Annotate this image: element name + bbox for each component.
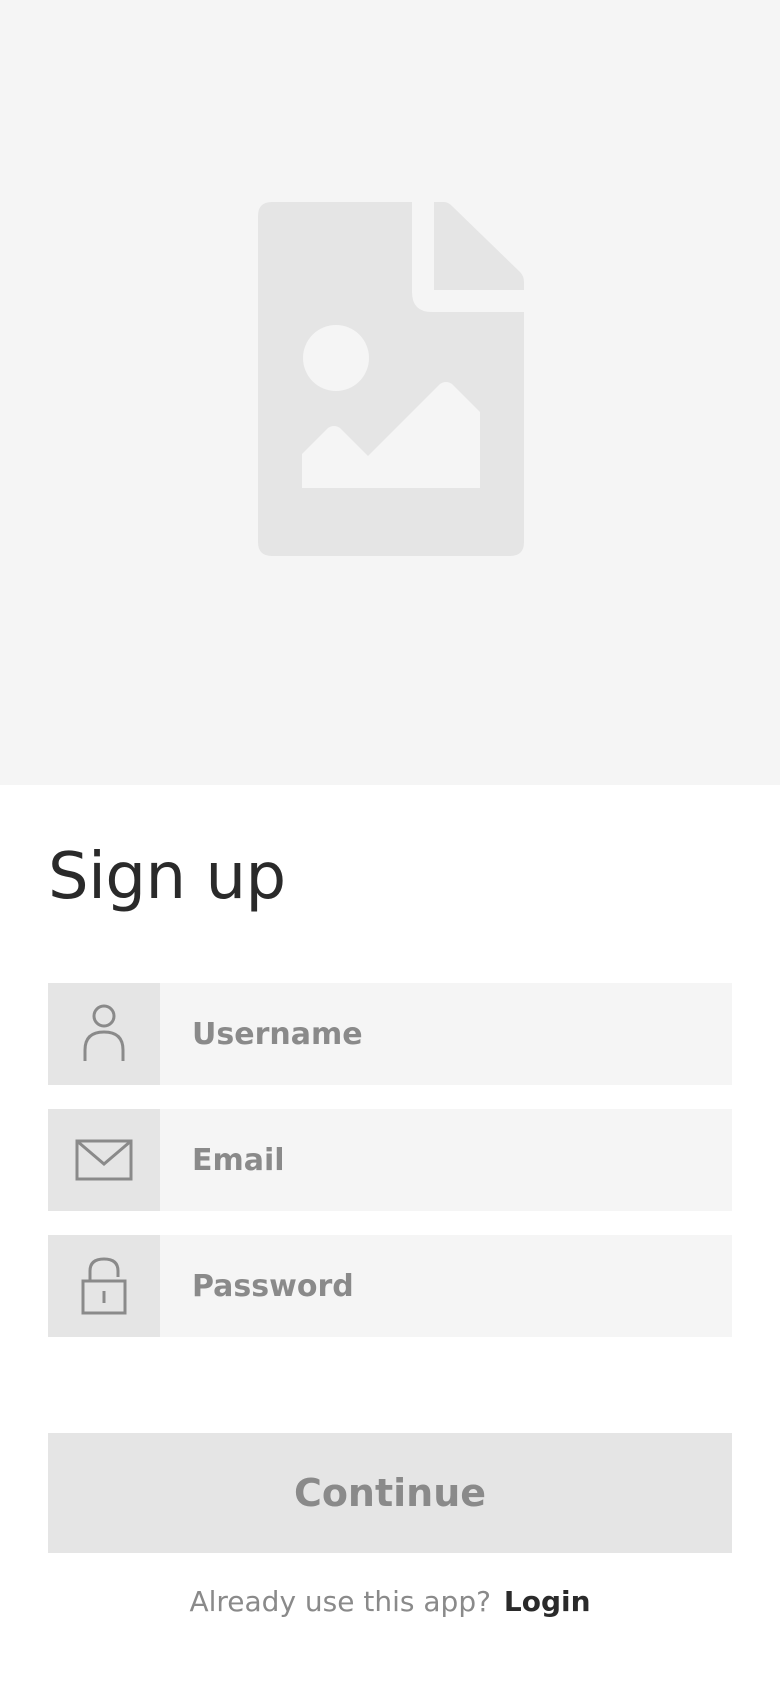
- mail-icon: [75, 1139, 133, 1181]
- email-icon-box: [48, 1109, 160, 1211]
- username-input[interactable]: [160, 983, 732, 1085]
- password-icon-box: [48, 1235, 160, 1337]
- login-prompt: Already use this app? Login: [0, 1585, 780, 1618]
- login-prompt-text: Already use this app?: [189, 1585, 491, 1618]
- password-input[interactable]: [160, 1235, 732, 1337]
- lock-icon: [81, 1257, 127, 1315]
- email-input[interactable]: [160, 1109, 732, 1211]
- email-field-row: [48, 1109, 732, 1211]
- continue-button[interactable]: Continue: [48, 1433, 732, 1553]
- password-field-row: [48, 1235, 732, 1337]
- user-icon: [83, 1004, 125, 1061]
- username-field-row: [48, 983, 732, 1085]
- page-title: Sign up: [48, 840, 286, 914]
- login-link[interactable]: Login: [504, 1585, 591, 1618]
- hero-image-area: [0, 0, 780, 785]
- image-placeholder-icon: [258, 202, 524, 556]
- username-icon-box: [48, 983, 160, 1085]
